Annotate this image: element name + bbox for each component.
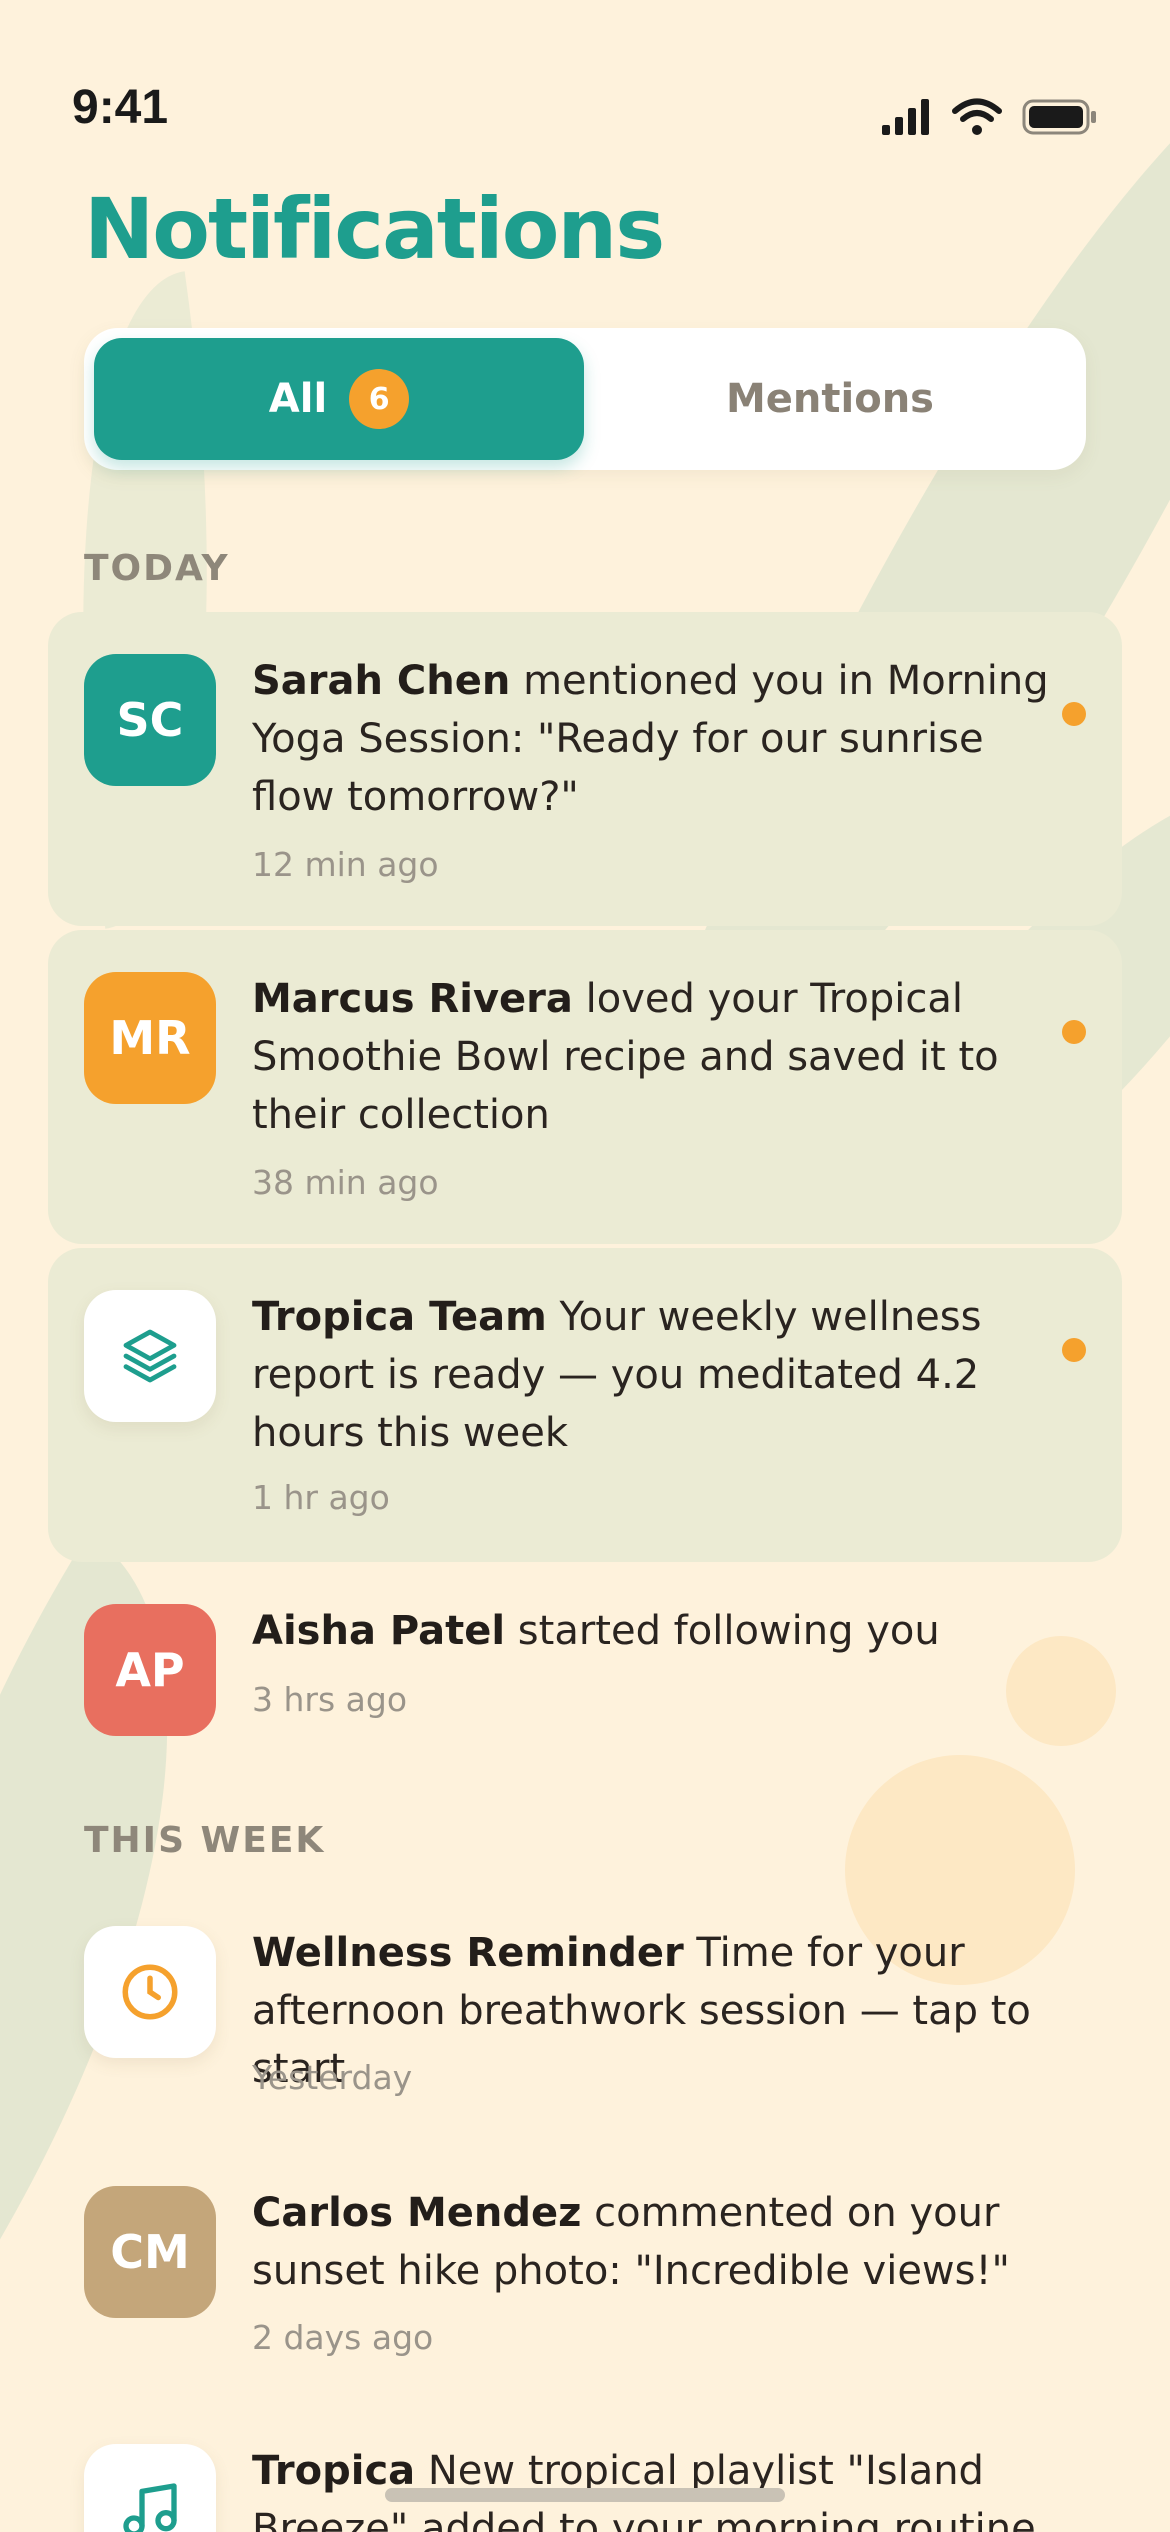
- tab-mentions[interactable]: Mentions: [584, 338, 1076, 460]
- tab-all-label: All: [268, 376, 328, 422]
- sender-name: Tropica Team: [252, 1294, 547, 1340]
- sender-name: Aisha Patel: [252, 1608, 506, 1654]
- notifications-screen: 9:41 Notifications All 6 Mentions TODAY: [0, 0, 1170, 2532]
- notification-time: Yesterday: [252, 2058, 413, 2097]
- notification-tabs: All 6 Mentions: [84, 328, 1086, 470]
- notification-item[interactable]: Tropica Team Your weekly wellness report…: [48, 1248, 1122, 1562]
- avatar: SC: [84, 654, 216, 786]
- unread-dot: [1062, 702, 1086, 726]
- avatar: MR: [84, 972, 216, 1104]
- notification-time: 3 hrs ago: [252, 1680, 408, 1719]
- avatar: CM: [84, 2186, 216, 2318]
- battery-icon: [1022, 99, 1096, 135]
- tab-mentions-label: Mentions: [725, 376, 934, 422]
- notification-item[interactable]: CM Carlos Mendez commented on your sunse…: [48, 2146, 1122, 2386]
- notification-time: 1 hr ago: [252, 1478, 390, 1517]
- tab-all[interactable]: All 6: [94, 338, 584, 460]
- cellular-signal-icon: [882, 99, 929, 135]
- sender-name: Marcus Rivera: [252, 976, 573, 1022]
- notification-time: 12 min ago: [252, 845, 439, 884]
- wifi-icon: [952, 98, 1002, 135]
- notification-time: 2 days ago: [252, 2318, 434, 2357]
- notification-text: Tropica New tropical playlist "Island Br…: [252, 2442, 1072, 2532]
- home-indicator[interactable]: [385, 2488, 785, 2502]
- page-title: Notifications: [84, 180, 665, 278]
- clock-icon: [84, 1926, 216, 2058]
- unread-count-badge: 6: [349, 369, 410, 429]
- notification-item[interactable]: AP Aisha Patel started following you 3 h…: [48, 1566, 1122, 1766]
- status-time: 9:41: [72, 81, 169, 134]
- notification-text: Tropica Team Your weekly wellness report…: [252, 1288, 1072, 1462]
- notification-message: started following you: [505, 1608, 940, 1654]
- sender-name: Sarah Chen: [252, 658, 511, 704]
- notification-text: Aisha Patel started following you: [252, 1602, 1072, 1660]
- notification-item[interactable]: Tropica New tropical playlist "Island Br…: [48, 2404, 1122, 2532]
- notification-item[interactable]: Wellness Reminder Time for your afternoo…: [48, 1886, 1122, 2126]
- layers-icon: [84, 1290, 216, 1422]
- unread-dot: [1062, 1020, 1086, 1044]
- sender-name: Wellness Reminder: [252, 1930, 684, 1976]
- status-icons: [882, 98, 1098, 136]
- section-header-this-week: THIS WEEK: [84, 1820, 326, 1861]
- notification-text: Carlos Mendez commented on your sunset h…: [252, 2184, 1072, 2300]
- notification-text: Sarah Chen mentioned you in Morning Yoga…: [252, 652, 1072, 826]
- notification-text: Marcus Rivera loved your Tropical Smooth…: [252, 970, 1072, 1144]
- section-header-today: TODAY: [84, 548, 230, 589]
- unread-dot: [1062, 1338, 1086, 1362]
- music-note-icon: [84, 2444, 216, 2532]
- sender-name: Carlos Mendez: [252, 2190, 582, 2236]
- notification-time: 38 min ago: [252, 1163, 439, 1202]
- avatar: AP: [84, 1604, 216, 1736]
- notification-item[interactable]: SC Sarah Chen mentioned you in Morning Y…: [48, 612, 1122, 926]
- notification-item[interactable]: MR Marcus Rivera loved your Tropical Smo…: [48, 930, 1122, 1244]
